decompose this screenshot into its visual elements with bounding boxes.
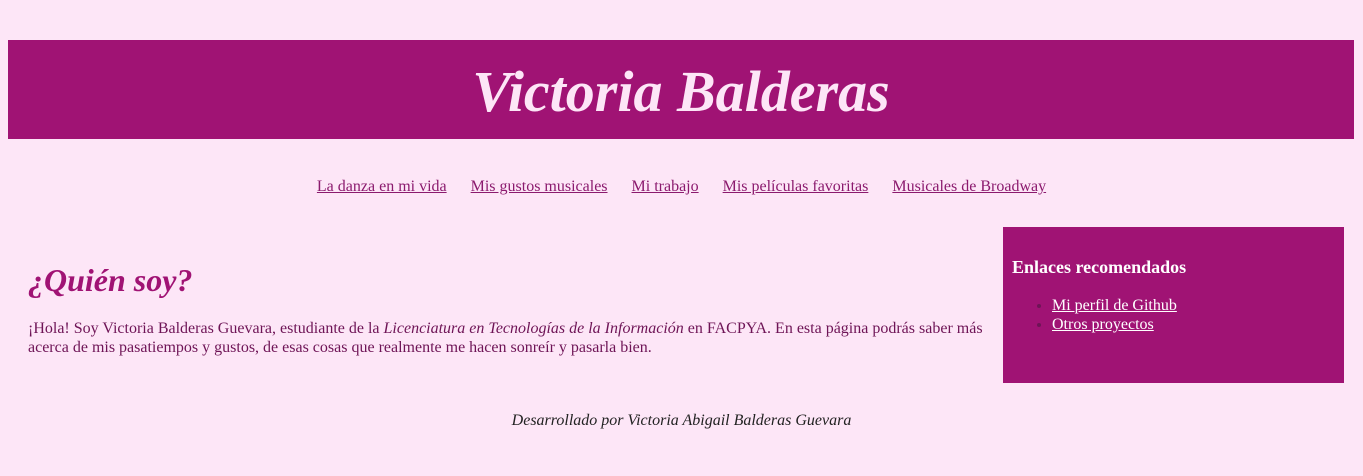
section-heading: ¿Quién soy? (28, 262, 193, 298)
footer: Desarrollado por Victoria Abigail Balder… (0, 412, 1363, 430)
nav-link-peliculas[interactable]: Mis películas favoritas (723, 178, 869, 195)
panel-heading: Enlaces recomendados (1012, 257, 1187, 277)
header-banner: Victoria Balderas (8, 40, 1354, 139)
github-profile-link[interactable]: Mi perfil de Github (1052, 297, 1177, 314)
nav-link-gustos-musicales[interactable]: Mis gustos musicales (471, 178, 608, 195)
site-title: Victoria Balderas (472, 58, 890, 124)
degree-name: Licenciatura en Tecnologías de la Inform… (383, 320, 684, 337)
recommended-links-panel: Enlaces recomendados Mi perfil de Github… (1003, 227, 1344, 383)
main-content: ¿Quién soy? ¡Hola! Soy Victoria Balderas… (28, 260, 988, 357)
intro-paragraph: ¡Hola! Soy Victoria Balderas Guevara, es… (28, 319, 988, 357)
list-item: Mi perfil de Github (1052, 296, 1335, 315)
nav-link-broadway[interactable]: Musicales de Broadway (892, 178, 1046, 195)
nav-link-danza[interactable]: La danza en mi vida (317, 178, 447, 195)
nav-link-trabajo[interactable]: Mi trabajo (632, 178, 699, 195)
list-item: Otros proyectos (1052, 315, 1335, 334)
other-projects-link[interactable]: Otros proyectos (1052, 316, 1154, 333)
main-nav: La danza en mi vida Mis gustos musicales… (0, 178, 1363, 196)
footer-credit: Desarrollado por Victoria Abigail Balder… (511, 412, 852, 429)
recommended-links-list: Mi perfil de Github Otros proyectos (1012, 296, 1335, 334)
page: Victoria Balderas La danza en mi vida Mi… (0, 0, 1363, 476)
intro-text-start: ¡Hola! Soy Victoria Balderas Guevara, es… (28, 320, 384, 337)
